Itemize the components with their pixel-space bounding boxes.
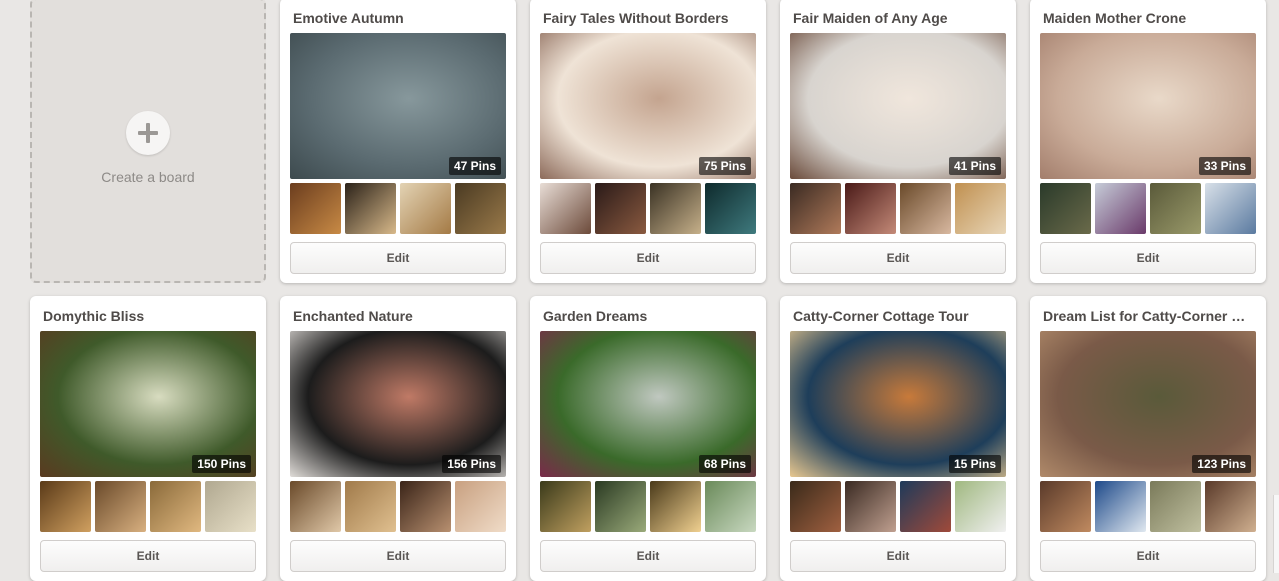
pin-thumbnail[interactable]	[845, 183, 896, 234]
board-title[interactable]: Dream List for Catty-Corner Cottage	[1043, 308, 1255, 324]
board-cover-image[interactable]: 15 Pins	[790, 331, 1006, 477]
board-card[interactable]: Fairy Tales Without Borders 75 Pins Edit	[530, 0, 766, 283]
plus-icon[interactable]	[126, 110, 170, 155]
board-thumbnails	[1040, 183, 1256, 234]
board-cover-image[interactable]: 150 Pins	[40, 331, 256, 477]
pin-thumbnail[interactable]	[955, 183, 1006, 234]
board-cover-image[interactable]: 33 Pins	[1040, 33, 1256, 179]
pin-thumbnail[interactable]	[1095, 183, 1146, 234]
board-title[interactable]: Emotive Autumn	[293, 10, 505, 26]
pin-count-badge: 33 Pins	[1198, 157, 1251, 175]
pin-thumbnail[interactable]	[40, 481, 91, 532]
board-card[interactable]: Domythic Bliss 150 Pins Edit	[30, 296, 266, 581]
pin-thumbnail[interactable]	[1150, 481, 1201, 532]
board-title[interactable]: Catty-Corner Cottage Tour	[793, 308, 1005, 324]
board-thumbnails	[1040, 481, 1256, 532]
pin-thumbnail[interactable]	[290, 183, 341, 234]
board-title[interactable]: Domythic Bliss	[43, 308, 255, 324]
board-card[interactable]: Catty-Corner Cottage Tour 15 Pins Edit	[780, 296, 1016, 581]
pin-count-badge: 75 Pins	[698, 157, 751, 175]
board-cover-image[interactable]: 68 Pins	[540, 331, 756, 477]
edit-board-button[interactable]: Edit	[1040, 540, 1256, 572]
boards-grid: Create a board Emotive Autumn 47 Pins Edit…	[30, 0, 1266, 581]
board-thumbnails	[790, 183, 1006, 234]
pin-thumbnail[interactable]	[1150, 183, 1201, 234]
pin-thumbnail[interactable]	[1095, 481, 1146, 532]
pin-thumbnail[interactable]	[595, 183, 646, 234]
pin-thumbnail[interactable]	[1040, 481, 1091, 532]
pin-count-badge: 41 Pins	[948, 157, 1001, 175]
pin-thumbnail[interactable]	[345, 481, 396, 532]
board-thumbnails	[290, 183, 506, 234]
pin-thumbnail[interactable]	[540, 183, 591, 234]
pin-thumbnail[interactable]	[290, 481, 341, 532]
edit-board-button[interactable]: Edit	[540, 242, 756, 274]
pin-thumbnail[interactable]	[1205, 183, 1256, 234]
pin-thumbnail[interactable]	[900, 183, 951, 234]
pin-thumbnail[interactable]	[345, 183, 396, 234]
edit-board-button[interactable]: Edit	[540, 540, 756, 572]
board-cover-image[interactable]: 123 Pins	[1040, 331, 1256, 477]
board-title[interactable]: Garden Dreams	[543, 308, 755, 324]
board-thumbnails	[40, 481, 256, 532]
pin-thumbnail[interactable]	[400, 183, 451, 234]
pin-thumbnail[interactable]	[650, 183, 701, 234]
edit-board-button[interactable]: Edit	[1040, 242, 1256, 274]
pin-thumbnail[interactable]	[790, 481, 841, 532]
board-thumbnails	[540, 183, 756, 234]
pin-thumbnail[interactable]	[205, 481, 256, 532]
pin-count-badge: 156 Pins	[442, 455, 501, 473]
board-card[interactable]: Fair Maiden of Any Age 41 Pins Edit	[780, 0, 1016, 283]
pin-thumbnail[interactable]	[540, 481, 591, 532]
board-cover-image[interactable]: 41 Pins	[790, 33, 1006, 179]
pin-thumbnail[interactable]	[455, 481, 506, 532]
pin-count-badge: 68 Pins	[698, 455, 751, 473]
create-board-label: Create a board	[101, 168, 195, 185]
edit-board-button[interactable]: Edit	[40, 540, 256, 572]
pin-thumbnail[interactable]	[400, 481, 451, 532]
board-thumbnails	[540, 481, 756, 532]
pin-thumbnail[interactable]	[1040, 183, 1091, 234]
pin-thumbnail[interactable]	[705, 481, 756, 532]
board-card[interactable]: Maiden Mother Crone 33 Pins Edit	[1030, 0, 1266, 283]
board-title[interactable]: Enchanted Nature	[293, 308, 505, 324]
pin-thumbnail[interactable]	[595, 481, 646, 532]
board-card[interactable]: Emotive Autumn 47 Pins Edit	[280, 0, 516, 283]
board-cover-image[interactable]: 47 Pins	[290, 33, 506, 179]
pin-thumbnail[interactable]	[1205, 481, 1256, 532]
scrollbar[interactable]	[1273, 495, 1279, 573]
pin-count-badge: 123 Pins	[1192, 455, 1251, 473]
board-card[interactable]: Dream List for Catty-Corner Cottage 123 P…	[1030, 296, 1266, 581]
board-cover-image[interactable]: 156 Pins	[290, 331, 506, 477]
pin-thumbnail[interactable]	[650, 481, 701, 532]
pin-thumbnail[interactable]	[705, 183, 756, 234]
pin-thumbnail[interactable]	[900, 481, 951, 532]
board-card[interactable]: Enchanted Nature 156 Pins Edit	[280, 296, 516, 581]
edit-board-button[interactable]: Edit	[290, 540, 506, 572]
board-thumbnails	[290, 481, 506, 532]
pin-thumbnail[interactable]	[955, 481, 1006, 532]
edit-board-button[interactable]: Edit	[290, 242, 506, 274]
pin-thumbnail[interactable]	[790, 183, 841, 234]
pin-count-badge: 15 Pins	[948, 455, 1001, 473]
board-title[interactable]: Fairy Tales Without Borders	[543, 10, 755, 26]
edit-board-button[interactable]: Edit	[790, 540, 1006, 572]
create-board-card[interactable]: Create a board	[30, 0, 266, 283]
board-title[interactable]: Maiden Mother Crone	[1043, 10, 1255, 26]
pin-count-badge: 150 Pins	[192, 455, 251, 473]
pin-thumbnail[interactable]	[455, 183, 506, 234]
board-thumbnails	[790, 481, 1006, 532]
board-title[interactable]: Fair Maiden of Any Age	[793, 10, 1005, 26]
board-card[interactable]: Garden Dreams 68 Pins Edit	[530, 296, 766, 581]
board-cover-image[interactable]: 75 Pins	[540, 33, 756, 179]
pin-thumbnail[interactable]	[150, 481, 201, 532]
pin-count-badge: 47 Pins	[448, 157, 501, 175]
pin-thumbnail[interactable]	[845, 481, 896, 532]
pin-thumbnail[interactable]	[95, 481, 146, 532]
edit-board-button[interactable]: Edit	[790, 242, 1006, 274]
